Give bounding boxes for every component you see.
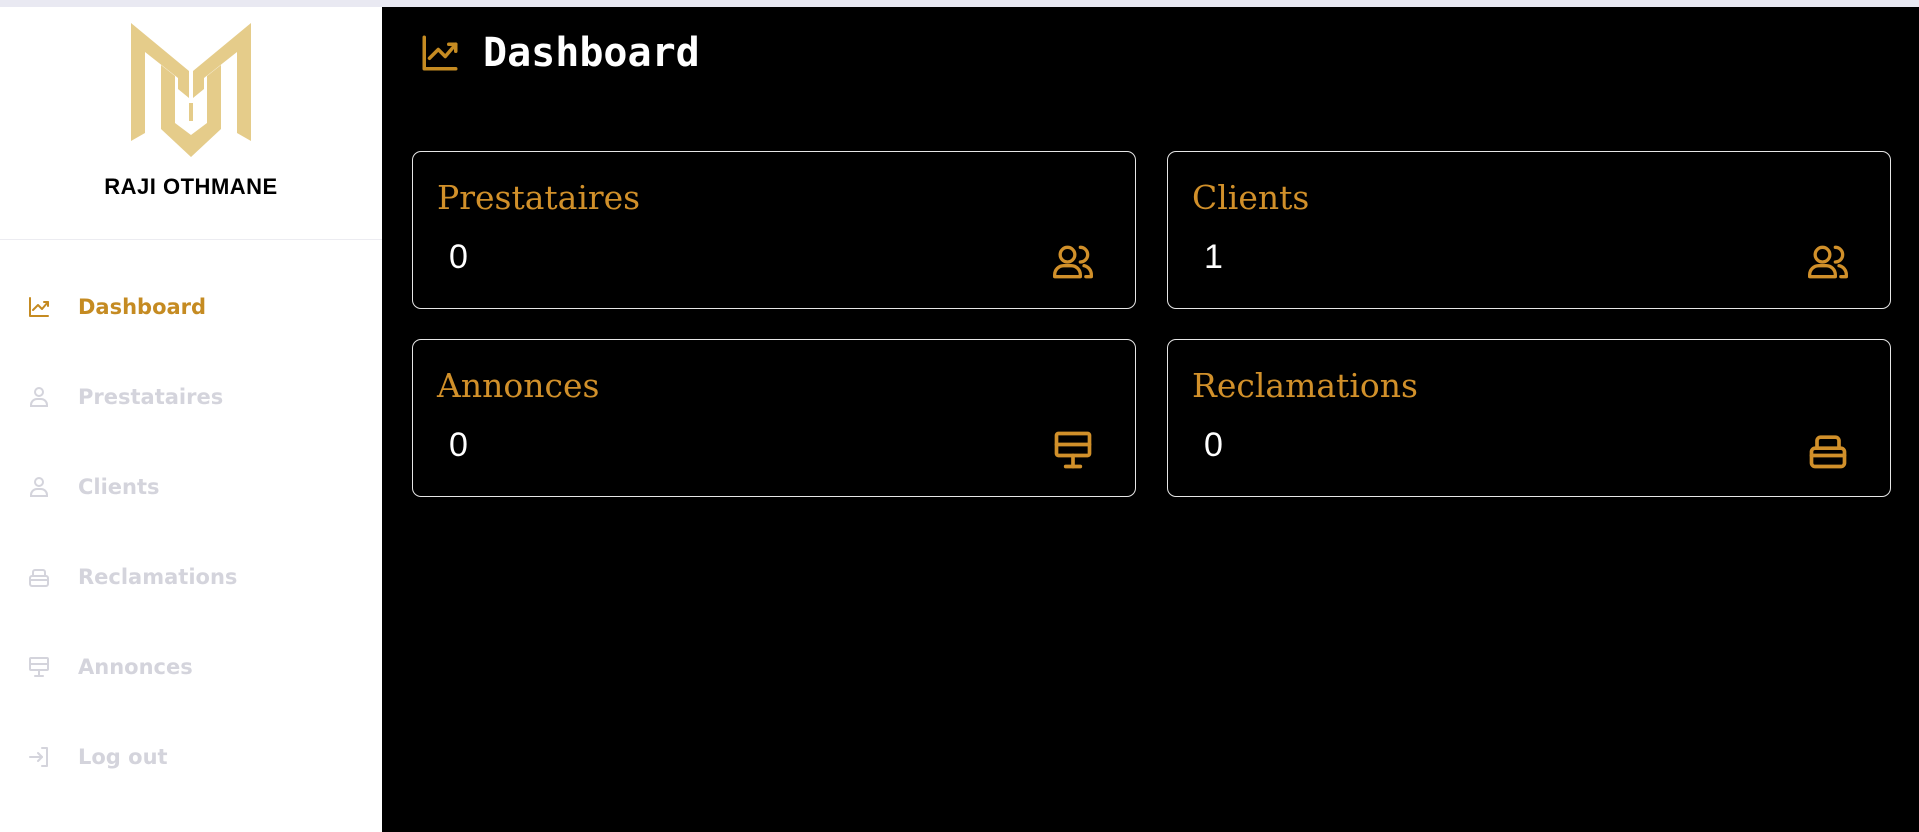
m-monogram-logo <box>131 23 251 157</box>
sidebar-item-dashboard[interactable]: Dashboard <box>0 262 382 352</box>
sidebar-item-label: Log out <box>78 745 168 769</box>
sidebar-nav: Dashboard Prestataires Clients Reclamati… <box>0 240 382 802</box>
presentation-icon <box>27 655 51 679</box>
card-title: Reclamations <box>1192 366 1418 405</box>
sidebar-item-label: Clients <box>78 475 160 499</box>
brand-name: RAJI OTHMANE <box>104 174 278 199</box>
user-icon <box>27 475 51 499</box>
chart-line-icon <box>27 295 51 319</box>
sidebar-item-annonces[interactable]: Annonces <box>0 622 382 712</box>
inbox-stack-icon <box>27 565 51 589</box>
card-value: 1 <box>1204 238 1223 276</box>
user-icon <box>27 385 51 409</box>
sidebar-item-label: Prestataires <box>78 385 224 409</box>
page-header: Dashboard <box>419 30 700 76</box>
sidebar-item-label: Dashboard <box>78 295 207 319</box>
card-value: 0 <box>449 426 468 464</box>
sidebar-item-reclamations[interactable]: Reclamations <box>0 532 382 622</box>
sidebar-item-label: Reclamations <box>78 565 238 589</box>
stat-card-prestataires[interactable]: Prestataires 0 <box>412 151 1136 309</box>
card-value: 0 <box>449 238 468 276</box>
card-title: Annonces <box>437 366 600 405</box>
card-title: Clients <box>1192 178 1310 217</box>
presentation-icon <box>1051 428 1095 472</box>
sidebar-item-logout[interactable]: Log out <box>0 712 382 802</box>
page-title: Dashboard <box>483 30 700 76</box>
users-icon <box>1806 240 1850 284</box>
sidebar-item-prestataires[interactable]: Prestataires <box>0 352 382 442</box>
top-border <box>0 0 1919 7</box>
brand: RAJI OTHMANE <box>0 7 382 240</box>
stat-card-annonces[interactable]: Annonces 0 <box>412 339 1136 497</box>
sidebar-item-clients[interactable]: Clients <box>0 442 382 532</box>
card-value: 0 <box>1204 426 1223 464</box>
users-icon <box>1051 240 1095 284</box>
card-title: Prestataires <box>437 178 641 217</box>
chart-line-icon <box>422 35 458 71</box>
inbox-stack-icon <box>1806 428 1850 472</box>
sidebar: RAJI OTHMANE Dashboard Prestataires Clie… <box>0 7 382 832</box>
main-content: Dashboard Prestataires 0 Clients 1 Annon… <box>382 7 1919 832</box>
sidebar-item-label: Annonces <box>78 655 193 679</box>
logout-icon <box>27 745 51 769</box>
stat-card-clients[interactable]: Clients 1 <box>1167 151 1891 309</box>
stat-card-reclamations[interactable]: Reclamations 0 <box>1167 339 1891 497</box>
